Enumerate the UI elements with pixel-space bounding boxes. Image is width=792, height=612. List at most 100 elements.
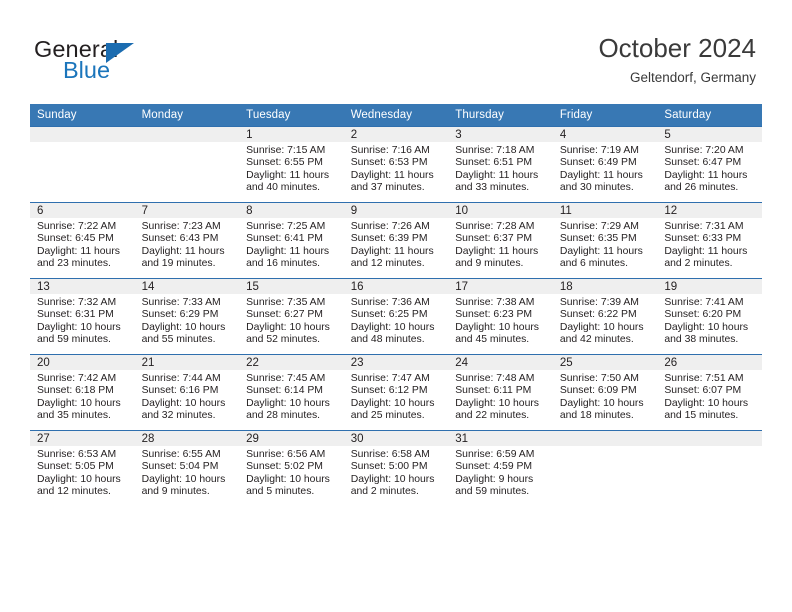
- daylight-duration-line1: Daylight: 11 hours: [664, 245, 748, 257]
- title-block: October 2024 Geltendorf, Germany: [598, 32, 756, 88]
- sunrise-time: Sunrise: 6:55 AM: [141, 449, 221, 460]
- day-sun-info: Sunrise: 7:48 AM Sunset: 6:11 PM Daylight:…: [448, 370, 553, 423]
- calendar-day-cell[interactable]: 20 Sunrise: 7:42 AM Sunset: 6:18 PM Dayligh…: [30, 354, 135, 431]
- sunrise-time: Sunrise: 7:23 AM: [141, 221, 221, 232]
- weekday-header-saturday: Saturday: [657, 104, 762, 127]
- calendar-day-cell[interactable]: 17 Sunrise: 7:38 AM Sunset: 6:23 PM Dayligh…: [448, 278, 553, 355]
- calendar-day-cell[interactable]: 2 Sunrise: 7:16 AM Sunset: 6:53 PM Daylight…: [343, 126, 449, 203]
- calendar-day-cell[interactable]: 28 Sunrise: 6:55 AM Sunset: 5:04 PM Dayligh…: [134, 430, 240, 506]
- daylight-duration-line2: and 48 minutes.: [350, 334, 425, 346]
- daylight-duration-line1: Daylight: 10 hours: [246, 397, 330, 409]
- day-sun-info: Sunrise: 7:31 AM Sunset: 6:33 PM Daylight:…: [657, 218, 762, 271]
- calendar-day-cell[interactable]: 15 Sunrise: 7:35 AM Sunset: 6:27 PM Dayligh…: [239, 278, 344, 355]
- daylight-duration-line1: Daylight: 10 hours: [246, 321, 330, 333]
- daylight-duration-line2: and 38 minutes.: [664, 334, 739, 346]
- calendar-day-cell[interactable]: 30 Sunrise: 6:58 AM Sunset: 5:00 PM Dayligh…: [343, 430, 449, 506]
- day-sun-info: Sunrise: 6:55 AM Sunset: 5:04 PM Daylight:…: [135, 446, 240, 499]
- page-header: General Blue October 2024 Geltendorf, Ge…: [0, 0, 792, 100]
- sunrise-time: Sunrise: 7:38 AM: [455, 297, 535, 308]
- calendar-day-cell[interactable]: 6 Sunrise: 7:22 AM Sunset: 6:45 PM Daylight…: [30, 202, 135, 279]
- calendar-day-cell[interactable]: 31 Sunrise: 6:59 AM Sunset: 4:59 PM Dayligh…: [448, 430, 553, 506]
- calendar-day-cell[interactable]: 8 Sunrise: 7:25 AM Sunset: 6:41 PM Daylight…: [239, 202, 344, 279]
- calendar-day-cell[interactable]: 4 Sunrise: 7:19 AM Sunset: 6:49 PM Daylight…: [552, 126, 658, 203]
- calendar-day-cell[interactable]: 27 Sunrise: 6:53 AM Sunset: 5:05 PM Dayligh…: [30, 430, 135, 506]
- day-cell-content: 9 Sunrise: 7:26 AM Sunset: 6:39 PM Daylight…: [343, 203, 449, 278]
- daylight-duration-line1: Daylight: 11 hours: [664, 169, 748, 181]
- calendar-day-cell[interactable]: 22 Sunrise: 7:45 AM Sunset: 6:14 PM Dayligh…: [239, 354, 344, 431]
- day-number: 4: [552, 127, 658, 142]
- calendar-day-cell[interactable]: 16 Sunrise: 7:36 AM Sunset: 6:25 PM Dayligh…: [343, 278, 449, 355]
- weekday-header-row: Sunday Monday Tuesday Wednesday Thursday…: [30, 104, 762, 127]
- calendar-day-cell[interactable]: 12 Sunrise: 7:31 AM Sunset: 6:33 PM Dayligh…: [657, 202, 762, 279]
- calendar-day-cell[interactable]: 1 Sunrise: 7:15 AM Sunset: 6:55 PM Daylight…: [239, 126, 344, 203]
- sunset-time: Sunset: 5:05 PM: [37, 461, 114, 473]
- sunset-time: Sunset: 6:16 PM: [141, 385, 219, 397]
- day-cell-content: 19 Sunrise: 7:41 AM Sunset: 6:20 PM Dayligh…: [657, 279, 762, 354]
- calendar-day-cell[interactable]: 18 Sunrise: 7:39 AM Sunset: 6:22 PM Dayligh…: [552, 278, 658, 355]
- calendar-day-cell[interactable]: 7 Sunrise: 7:23 AM Sunset: 6:43 PM Daylight…: [134, 202, 240, 279]
- daylight-duration-line1: Daylight: 10 hours: [37, 397, 121, 409]
- weekday-header-monday: Monday: [134, 104, 240, 127]
- calendar-day-cell[interactable]: 14 Sunrise: 7:33 AM Sunset: 6:29 PM Dayligh…: [134, 278, 240, 355]
- sunrise-time: Sunrise: 7:47 AM: [350, 373, 430, 384]
- calendar-week-row: 27 Sunrise: 6:53 AM Sunset: 5:05 PM Dayligh…: [30, 430, 762, 506]
- daylight-duration-line2: and 26 minutes.: [664, 182, 739, 194]
- calendar-day-cell-empty: [552, 430, 658, 506]
- calendar-week-row: 13 Sunrise: 7:32 AM Sunset: 6:31 PM Dayligh…: [30, 278, 762, 355]
- daylight-duration-line2: and 23 minutes.: [37, 258, 111, 270]
- day-cell-content: [657, 431, 762, 506]
- day-number: [552, 431, 658, 446]
- calendar-day-cell[interactable]: 13 Sunrise: 7:32 AM Sunset: 6:31 PM Dayligh…: [30, 278, 135, 355]
- daylight-duration-line1: Daylight: 11 hours: [350, 169, 434, 181]
- page-title: October 2024: [598, 33, 756, 63]
- day-sun-info: Sunrise: 7:26 AM Sunset: 6:39 PM Daylight:…: [344, 218, 449, 271]
- sunset-time: Sunset: 5:00 PM: [350, 461, 428, 473]
- day-number: [134, 127, 240, 142]
- day-number: 1: [239, 127, 344, 142]
- sunrise-time: Sunrise: 6:56 AM: [246, 449, 326, 460]
- calendar-day-cell[interactable]: 3 Sunrise: 7:18 AM Sunset: 6:51 PM Daylight…: [448, 126, 553, 203]
- calendar-day-cell[interactable]: 25 Sunrise: 7:50 AM Sunset: 6:09 PM Dayligh…: [552, 354, 658, 431]
- day-number: 2: [343, 127, 449, 142]
- calendar-day-cell[interactable]: 9 Sunrise: 7:26 AM Sunset: 6:39 PM Daylight…: [343, 202, 449, 279]
- calendar-day-cell[interactable]: 23 Sunrise: 7:47 AM Sunset: 6:12 PM Dayligh…: [343, 354, 449, 431]
- daylight-duration-line1: Daylight: 10 hours: [455, 321, 539, 333]
- day-cell-content: 29 Sunrise: 6:56 AM Sunset: 5:02 PM Dayligh…: [239, 431, 344, 506]
- day-sun-info: Sunrise: 7:36 AM Sunset: 6:25 PM Daylight:…: [344, 294, 449, 347]
- daylight-duration-line2: and 59 minutes.: [455, 486, 530, 498]
- sunrise-time: Sunrise: 7:25 AM: [246, 221, 326, 232]
- sunset-time: Sunset: 6:51 PM: [455, 157, 533, 169]
- sunset-time: Sunset: 5:02 PM: [246, 461, 323, 473]
- daylight-duration-line2: and 6 minutes.: [559, 258, 628, 270]
- daylight-duration-line1: Daylight: 10 hours: [246, 473, 330, 485]
- calendar-day-cell[interactable]: 24 Sunrise: 7:48 AM Sunset: 6:11 PM Dayligh…: [448, 354, 553, 431]
- sunset-time: Sunset: 6:25 PM: [350, 309, 428, 321]
- sunset-time: Sunset: 4:59 PM: [455, 461, 533, 473]
- sunset-time: Sunset: 6:49 PM: [559, 157, 637, 169]
- day-cell-content: 24 Sunrise: 7:48 AM Sunset: 6:11 PM Dayligh…: [448, 355, 553, 430]
- calendar-day-cell[interactable]: 10 Sunrise: 7:28 AM Sunset: 6:37 PM Dayligh…: [448, 202, 553, 279]
- sunset-time: Sunset: 6:14 PM: [246, 385, 323, 397]
- calendar-day-cell[interactable]: 19 Sunrise: 7:41 AM Sunset: 6:20 PM Dayligh…: [657, 278, 762, 355]
- calendar-day-cell[interactable]: 11 Sunrise: 7:29 AM Sunset: 6:35 PM Dayligh…: [552, 202, 658, 279]
- calendar-day-cell[interactable]: 5 Sunrise: 7:20 AM Sunset: 6:47 PM Daylight…: [657, 126, 762, 203]
- day-sun-info: Sunrise: 7:32 AM Sunset: 6:31 PM Daylight:…: [30, 294, 135, 347]
- calendar-day-cell[interactable]: 21 Sunrise: 7:44 AM Sunset: 6:16 PM Dayligh…: [134, 354, 240, 431]
- day-cell-content: 30 Sunrise: 6:58 AM Sunset: 5:00 PM Dayligh…: [343, 431, 449, 506]
- day-sun-info: Sunrise: 7:16 AM Sunset: 6:53 PM Daylight:…: [344, 142, 449, 195]
- sunrise-time: Sunrise: 7:15 AM: [246, 145, 326, 156]
- day-number: 7: [134, 203, 240, 218]
- daylight-duration-line2: and 2 minutes.: [350, 486, 419, 498]
- daylight-duration-line2: and 55 minutes.: [141, 334, 216, 346]
- day-cell-content: 28 Sunrise: 6:55 AM Sunset: 5:04 PM Dayligh…: [134, 431, 240, 506]
- day-cell-content: 13 Sunrise: 7:32 AM Sunset: 6:31 PM Dayligh…: [30, 279, 135, 354]
- sunset-time: Sunset: 6:31 PM: [37, 309, 114, 321]
- day-cell-content: 8 Sunrise: 7:25 AM Sunset: 6:41 PM Daylight…: [239, 203, 344, 278]
- calendar-day-cell[interactable]: 29 Sunrise: 6:56 AM Sunset: 5:02 PM Dayligh…: [239, 430, 344, 506]
- calendar-day-cell[interactable]: 26 Sunrise: 7:51 AM Sunset: 6:07 PM Dayligh…: [657, 354, 762, 431]
- day-sun-info: Sunrise: 7:29 AM Sunset: 6:35 PM Daylight:…: [553, 218, 658, 271]
- sunrise-time: Sunrise: 7:16 AM: [350, 145, 430, 156]
- brand-logo[interactable]: General Blue: [34, 36, 234, 90]
- daylight-duration-line1: Daylight: 10 hours: [455, 397, 539, 409]
- day-number: 21: [134, 355, 240, 370]
